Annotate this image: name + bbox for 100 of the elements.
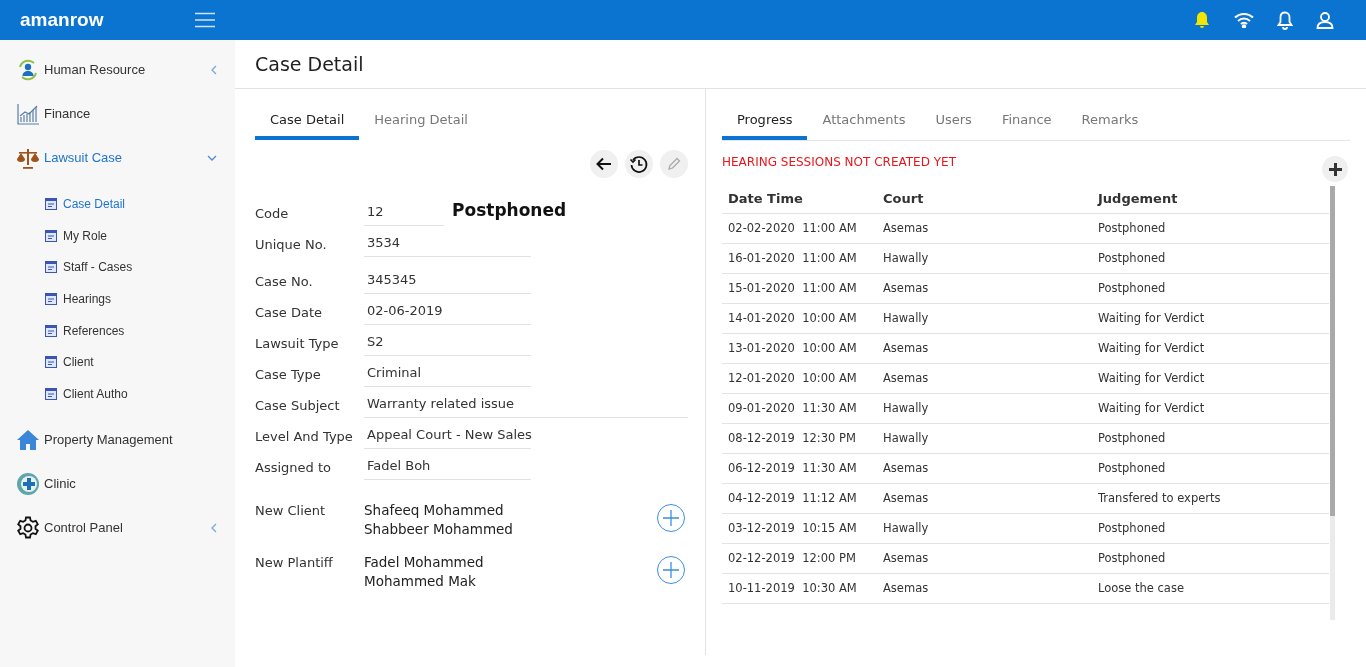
tab[interactable]: Remarks bbox=[1066, 103, 1154, 140]
warning-message: HEARING SESSIONS NOT CREATED YET bbox=[722, 154, 956, 171]
table-cell-text: 14-01-2020 10:00 AM bbox=[727, 309, 858, 327]
field-label: Case Type bbox=[255, 365, 322, 384]
party-name: Shabbeer Mohammed bbox=[364, 520, 514, 539]
tab[interactable]: Progress bbox=[722, 103, 808, 140]
column-header: Judgement bbox=[1096, 189, 1179, 208]
history-button[interactable] bbox=[625, 150, 653, 178]
tab[interactable]: Attachments bbox=[807, 103, 921, 140]
page-icon bbox=[45, 197, 57, 210]
scrollbar[interactable] bbox=[1330, 186, 1335, 620]
table-cell-text: Postphoned bbox=[1097, 429, 1167, 447]
table-cell-text: Asemas bbox=[882, 489, 930, 507]
wifi-icon[interactable] bbox=[1234, 12, 1254, 28]
table-cell-text: Postphoned bbox=[1097, 279, 1167, 297]
chart-icon bbox=[16, 102, 40, 126]
tab[interactable]: Case Detail bbox=[255, 103, 360, 140]
table-cell-text: Postphoned bbox=[1097, 219, 1167, 237]
sidebar-item[interactable]: Property Management bbox=[0, 417, 235, 462]
sidebar-item[interactable]: Lawsuit Case bbox=[0, 136, 235, 180]
table-cell-text: 02-12-2019 12:00 PM bbox=[727, 549, 857, 567]
field-label: Case Date bbox=[255, 303, 324, 322]
table-cell-text: 09-01-2020 11:30 AM bbox=[727, 399, 858, 417]
plus-icon bbox=[663, 510, 679, 526]
sidebar-subitem[interactable]: References bbox=[0, 314, 235, 347]
chevron-left-icon bbox=[211, 522, 217, 533]
sidebar-subitem[interactable]: Client bbox=[0, 346, 235, 379]
back-button[interactable] bbox=[590, 150, 618, 178]
table-cell-text: 08-12-2019 12:30 PM bbox=[727, 429, 857, 447]
page-icon bbox=[45, 292, 57, 305]
table-cell-text: Asemas bbox=[882, 369, 930, 387]
sidebar-item[interactable]: Human Resource bbox=[0, 48, 235, 92]
field-label: Lawsuit Type bbox=[255, 334, 340, 353]
column-header: Date Time bbox=[727, 189, 804, 208]
table-cell-text: Postphoned bbox=[1097, 549, 1167, 567]
person-icon bbox=[16, 58, 40, 82]
table-cell-text: Hawally bbox=[882, 249, 930, 267]
pencil-icon bbox=[667, 157, 681, 171]
table-cell-text: Waiting for Verdict bbox=[1097, 309, 1206, 327]
gear-icon bbox=[16, 515, 40, 540]
field-value: Criminal bbox=[364, 362, 531, 387]
table-cell-text: Loose the case bbox=[1097, 579, 1185, 597]
column-header: Court bbox=[882, 189, 925, 208]
field-label: Code bbox=[255, 204, 290, 223]
table-cell-text: Transfered to experts bbox=[1097, 489, 1222, 507]
page-icon bbox=[45, 324, 57, 337]
table-cell-text: Asemas bbox=[882, 579, 930, 597]
field-value: 3534 bbox=[364, 232, 531, 257]
table-cell-text: 13-01-2020 10:00 AM bbox=[727, 339, 858, 357]
field-label: New Client bbox=[255, 502, 327, 520]
history-icon bbox=[629, 154, 649, 174]
table-cell-text: 12-01-2020 10:00 AM bbox=[727, 369, 858, 387]
add-button[interactable] bbox=[1322, 156, 1348, 182]
table-cell-text: Asemas bbox=[882, 549, 930, 567]
page-icon bbox=[45, 356, 57, 369]
tab[interactable]: Finance bbox=[986, 103, 1067, 140]
sidebar-item[interactable]: Clinic bbox=[0, 461, 235, 506]
field-value: S2 bbox=[364, 331, 531, 356]
user-icon[interactable] bbox=[1316, 11, 1334, 29]
sidebar-subitem[interactable]: Case Detail bbox=[0, 188, 235, 220]
menu-icon[interactable] bbox=[195, 12, 215, 28]
sidebar-subitem[interactable]: Client Autho bbox=[0, 378, 235, 410]
tab[interactable]: Hearing Detail bbox=[359, 103, 483, 140]
bell-icon[interactable] bbox=[1192, 10, 1212, 30]
table-cell-text: 15-01-2020 11:00 AM bbox=[727, 279, 858, 297]
field-label: Assigned to bbox=[255, 458, 332, 477]
sidebar-subitem[interactable]: Hearings bbox=[0, 283, 235, 315]
table-cell-text: 10-11-2019 10:30 AM bbox=[727, 579, 858, 597]
left-arrow-icon bbox=[596, 157, 612, 171]
chevron-left-icon bbox=[211, 65, 217, 75]
house-icon bbox=[16, 427, 40, 452]
sidebar-item[interactable]: Finance bbox=[0, 92, 235, 136]
table-cell-text: Waiting for Verdict bbox=[1097, 369, 1206, 387]
table-cell-text: 16-01-2020 11:00 AM bbox=[727, 249, 858, 267]
field-label: Case Subject bbox=[255, 396, 341, 415]
table-cell-text: 04-12-2019 11:12 AM bbox=[727, 489, 858, 507]
sidebar-subitem[interactable]: My Role bbox=[0, 219, 235, 252]
table-cell-text: Hawally bbox=[882, 519, 930, 537]
table-cell-text: Hawally bbox=[882, 429, 930, 447]
sidebar-subitem[interactable]: Staff - Cases bbox=[0, 251, 235, 284]
sidebar-item[interactable]: Control Panel bbox=[0, 505, 235, 550]
field-label: Unique No. bbox=[255, 235, 328, 254]
table-cell-text: Hawally bbox=[882, 399, 930, 417]
page-icon bbox=[45, 229, 57, 242]
party-name: Fadel Mohammed bbox=[364, 553, 485, 572]
table-cell-text: Waiting for Verdict bbox=[1097, 339, 1206, 357]
bell-icon[interactable] bbox=[1276, 10, 1294, 30]
medical-cross-icon bbox=[16, 471, 40, 496]
field-value: 02-06-2019 bbox=[364, 300, 531, 325]
party-name: Shafeeq Mohammed bbox=[364, 501, 505, 520]
table-cell-text: Postphoned bbox=[1097, 459, 1167, 477]
field-label: Case No. bbox=[255, 272, 314, 291]
tab[interactable]: Users bbox=[920, 103, 987, 140]
plus-icon bbox=[663, 562, 679, 578]
table-cell-text: Waiting for Verdict bbox=[1097, 399, 1206, 417]
field-value: Warranty related issue bbox=[364, 393, 688, 418]
page-icon bbox=[45, 261, 57, 274]
scales-icon bbox=[16, 146, 40, 170]
party-name: Mohammed Mak bbox=[364, 572, 477, 591]
field-label: New Plantiff bbox=[255, 554, 334, 572]
